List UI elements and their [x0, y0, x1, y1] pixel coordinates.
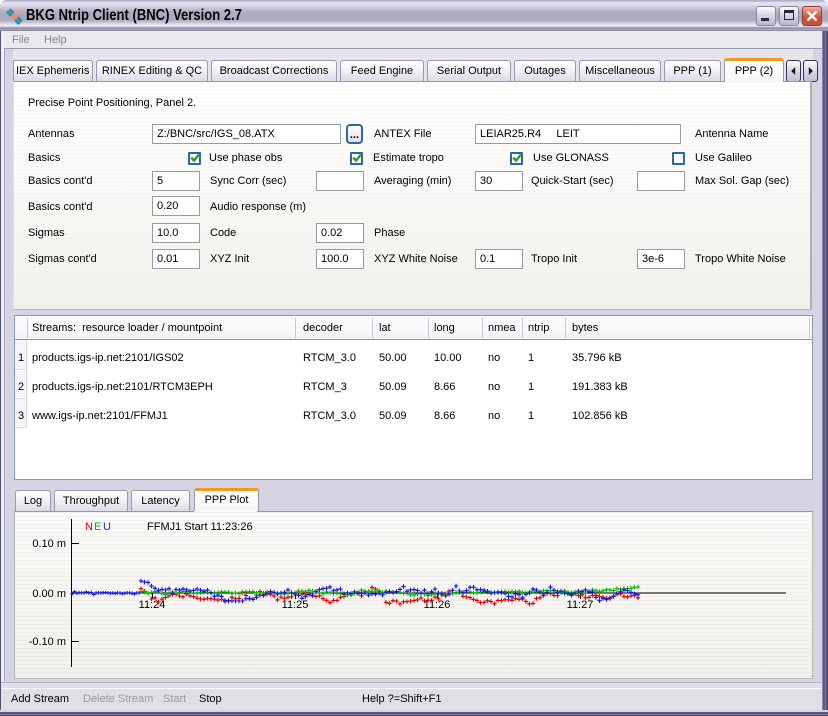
svg-text:FFMJ1 Start 11:23:26: FFMJ1 Start 11:23:26	[147, 521, 253, 533]
svg-text:-0.10 m: -0.10 m	[29, 636, 66, 648]
svg-text:E: E	[94, 521, 101, 533]
svg-text:11:25: 11:25	[282, 599, 309, 611]
svg-text:U: U	[103, 521, 111, 533]
svg-text:N: N	[85, 521, 93, 533]
svg-text:0.00 m: 0.00 m	[32, 588, 66, 600]
svg-text:0.10 m: 0.10 m	[32, 538, 66, 550]
svg-text:11:27: 11:27	[567, 599, 594, 611]
